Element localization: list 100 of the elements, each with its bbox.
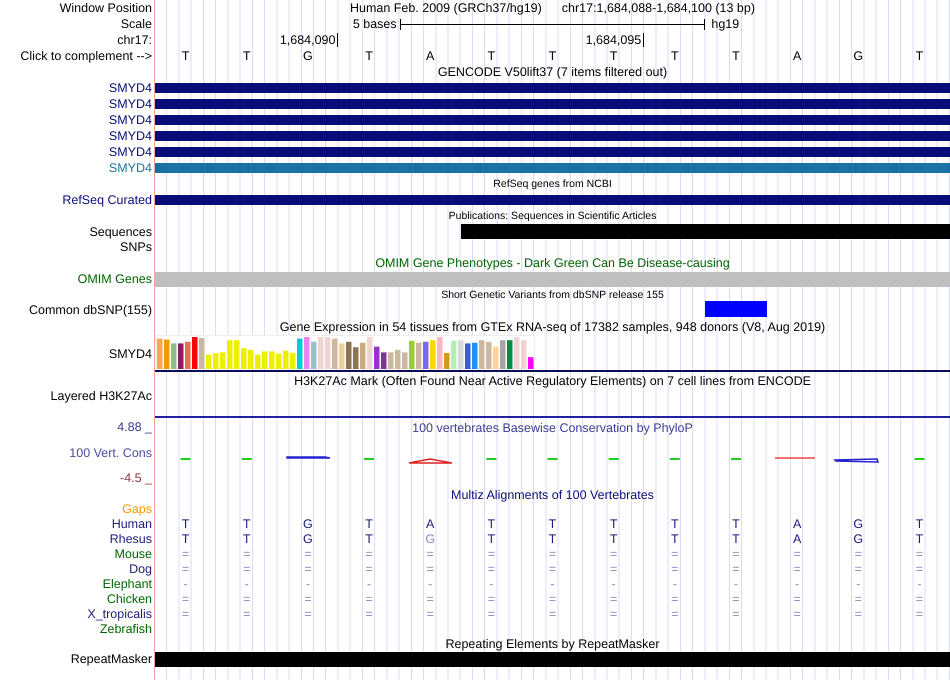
complement-link[interactable]: Click to complement --> (20, 49, 155, 63)
alignment-base: = (426, 562, 434, 576)
track-label[interactable]: SMYD4 (108, 97, 155, 111)
base-letter[interactable]: A (426, 49, 434, 63)
alignment-base: - (306, 576, 310, 590)
base-letter[interactable]: T (548, 49, 556, 63)
species-label[interactable]: Human (112, 516, 155, 530)
alignment-base: = (182, 592, 190, 606)
alignment-base: - (612, 576, 616, 590)
gene-bar[interactable] (155, 163, 950, 173)
base-letter[interactable]: T (182, 49, 190, 63)
alignment-base: = (732, 562, 740, 576)
alignment-base: = (793, 546, 801, 560)
alignment-base: T (365, 516, 373, 530)
gene-bar[interactable] (155, 99, 950, 109)
alignment-base: = (610, 606, 618, 620)
alignment-base: - (183, 576, 188, 590)
alignment-base: T (916, 516, 924, 530)
alignment-base: T (365, 532, 373, 546)
base-letter[interactable]: G (303, 49, 313, 63)
database-name: hg19 (710, 17, 740, 31)
species-label[interactable]: Mouse (114, 546, 155, 560)
track-label[interactable]: Sequences (89, 224, 155, 238)
species-label[interactable]: Chicken (106, 592, 155, 606)
alignment-base: = (304, 606, 312, 620)
alignment-base: - (917, 576, 922, 590)
scale-span: 5 bases (352, 17, 398, 31)
base-letter[interactable]: T (365, 49, 373, 63)
alignment-base: = (243, 592, 250, 606)
alignment-base: = (548, 592, 556, 606)
track-label[interactable]: Common dbSNP(155) (29, 303, 155, 317)
gene-bar[interactable] (155, 147, 950, 157)
expression-bar-chart[interactable] (156, 335, 535, 369)
track-label[interactable]: SMYD4 (108, 129, 155, 143)
base-letter[interactable]: T (732, 49, 740, 63)
alignment-base: A (792, 532, 802, 546)
track-label[interactable]: SMYD4 (108, 161, 155, 175)
base-letter[interactable]: T (610, 49, 618, 63)
alignment-base: T (488, 516, 496, 530)
alignment-base: G (303, 532, 313, 546)
gene-bar[interactable] (155, 195, 950, 205)
alignment-base: = (243, 606, 250, 620)
track-label[interactable]: RepeatMasker (70, 652, 155, 666)
omim-bar[interactable] (155, 272, 950, 286)
base-letter[interactable]: T (242, 49, 251, 63)
ruler-label: 1,684,095 (586, 33, 644, 47)
gene-bar[interactable] (155, 83, 950, 93)
alignment-base: = (365, 546, 373, 560)
alignment-base: - (489, 576, 494, 590)
track-label[interactable]: SMYD4 (108, 113, 155, 127)
species-label[interactable]: Rhesus (110, 532, 155, 546)
repeat-bar[interactable] (155, 652, 950, 666)
sequence-bar[interactable] (460, 224, 950, 239)
alignment-base: = (671, 546, 678, 560)
track-label[interactable]: SMYD4 (108, 81, 155, 95)
base-letter[interactable]: G (853, 49, 864, 63)
row-label: Window Position (60, 1, 153, 15)
track-label[interactable]: OMIM Genes (78, 272, 155, 286)
snp-block[interactable] (705, 301, 767, 317)
alignment-base: = (548, 562, 556, 576)
alignment-base: - (244, 576, 249, 590)
alignment-base: = (916, 546, 924, 560)
alignment-base: = (182, 562, 190, 576)
alignment-base: T (182, 516, 190, 530)
alignment-base: = (548, 606, 556, 620)
gene-bar[interactable] (155, 131, 950, 141)
track-title: GENCODE V50lift37 (7 items filtered out) (438, 65, 668, 79)
track-title: RefSeq genes from NCBI (493, 178, 612, 190)
track-label[interactable]: RefSeq Curated (62, 193, 155, 207)
alignment-base: = (243, 562, 250, 576)
track-label[interactable]: SMYD4 (108, 145, 155, 159)
alignment-base: T (610, 516, 618, 530)
species-label[interactable]: Zebrafish (100, 622, 155, 636)
track-title: Repeating Elements by RepeatMasker (445, 636, 660, 650)
alignment-base: - (428, 576, 432, 590)
base-letter[interactable]: A (792, 49, 802, 63)
track-title: H3K27Ac Mark (Often Found Near Active Regulatory Elements) on 7 cell lines from ENCODE (294, 374, 811, 388)
alignment-base: = (732, 546, 740, 560)
alignment-base: - (550, 576, 555, 590)
track-label[interactable]: 100 Vert. Cons (69, 446, 155, 460)
alignment-base: = (916, 606, 924, 620)
alignment-base: A (792, 516, 802, 530)
track-label[interactable]: SNPs (120, 240, 155, 254)
alignment-base: T (242, 516, 251, 530)
track-label[interactable]: Layered H3K27Ac (50, 389, 155, 403)
species-label[interactable]: X_tropicalis (87, 606, 155, 620)
alignment-base: = (793, 592, 801, 606)
alignment-base: G (853, 516, 864, 530)
alignment-base: = (916, 592, 924, 606)
track-title: OMIM Gene Phenotypes - Dark Green Can Be Disease-causing (375, 256, 730, 270)
base-letter[interactable]: T (670, 49, 679, 63)
alignment-base: = (916, 562, 924, 576)
species-label[interactable]: Dog (129, 562, 155, 576)
species-label[interactable]: Elephant (102, 576, 155, 590)
alignment-base: = (365, 592, 373, 606)
base-letter[interactable]: T (916, 49, 924, 63)
alignment-base: = (671, 562, 678, 576)
base-letter[interactable]: T (488, 49, 496, 63)
track-label[interactable]: SMYD4 (108, 346, 155, 360)
gene-bar[interactable] (155, 115, 950, 125)
